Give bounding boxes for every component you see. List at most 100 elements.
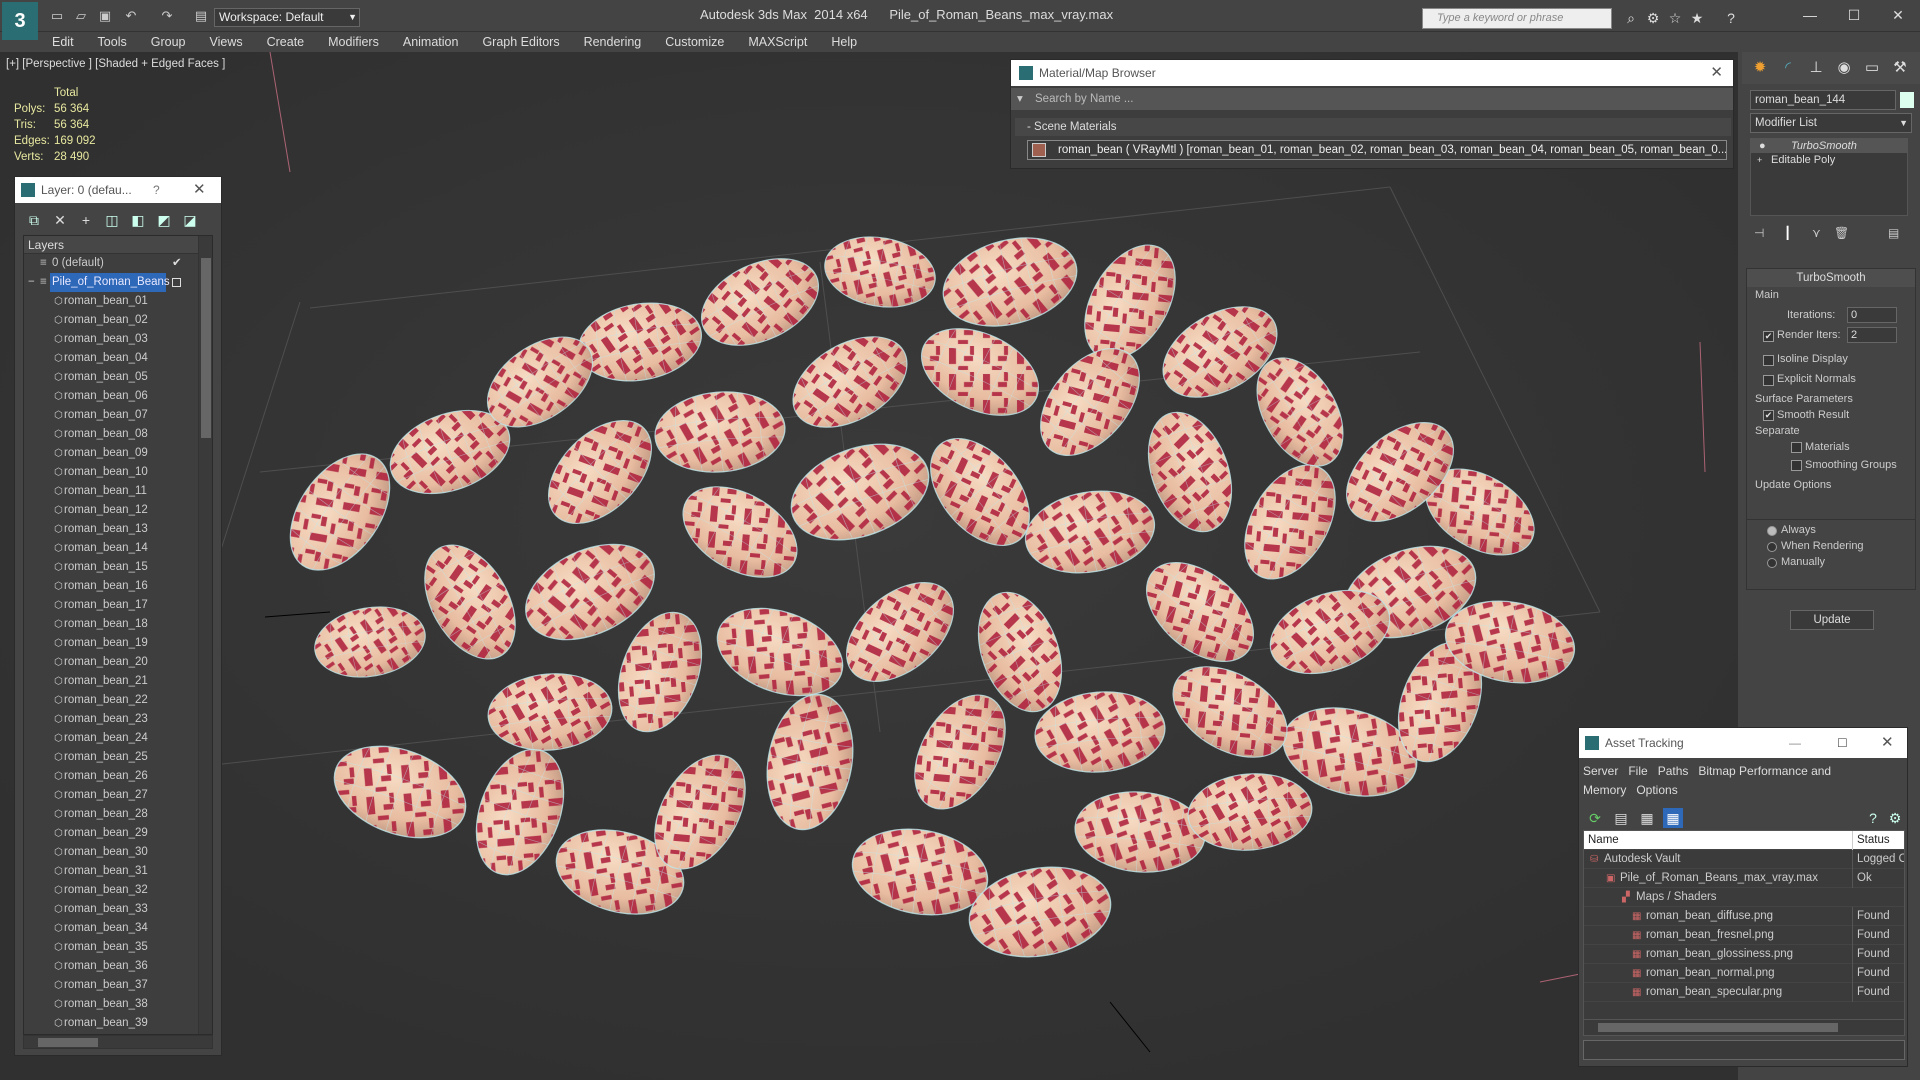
viewport-label[interactable]: [+] [Perspective ] [Shaded + Edged Faces…	[6, 58, 225, 70]
menu-item-modifiers[interactable]: Modifiers	[316, 32, 391, 52]
layer-object-row[interactable]: ⬡ roman_bean_27	[24, 786, 212, 805]
layer-object-row[interactable]: ⬡ roman_bean_03	[24, 330, 212, 349]
undo-icon[interactable]: ↶	[122, 8, 140, 24]
layer-row-default[interactable]: ≡ 0 (default) ✔	[24, 254, 212, 273]
scroll-thumb[interactable]	[38, 1038, 98, 1047]
asset-row[interactable]: ▞ Maps / Shaders	[1584, 888, 1904, 907]
pin-stack-icon[interactable]: ⊣	[1754, 226, 1764, 240]
explicit-normals-checkbox[interactable]	[1763, 375, 1774, 386]
utilities-tab-icon[interactable]: ⚒	[1888, 56, 1912, 80]
name-column-header[interactable]: Name	[1584, 834, 1619, 846]
modify-tab-icon[interactable]: ◜	[1776, 56, 1800, 80]
asset-menu-file[interactable]: File	[1628, 764, 1647, 778]
layer-object-row[interactable]: ⬡ roman_bean_04	[24, 349, 212, 368]
render-iters-checkbox[interactable]: ✔	[1763, 331, 1774, 342]
make-unique-icon[interactable]: ⋎	[1812, 226, 1821, 240]
materials-checkbox[interactable]	[1791, 442, 1802, 453]
help-icon[interactable]: ?	[153, 177, 160, 203]
open-file-icon[interactable]: ▱	[72, 8, 90, 24]
menu-item-create[interactable]: Create	[255, 32, 317, 52]
close-icon[interactable]: ✕	[1878, 4, 1918, 26]
create-tab-icon[interactable]: ✹	[1748, 56, 1772, 80]
asset-row[interactable]: ⛁ Autodesk Vault Logged O	[1584, 850, 1904, 869]
minimize-icon[interactable]: —	[1789, 728, 1801, 758]
close-icon[interactable]: ✕	[1710, 60, 1723, 86]
layer-row-pile[interactable]: − ≡ Pile_of_Roman_Beans	[24, 273, 212, 292]
layer-object-row[interactable]: ⬡ roman_bean_16	[24, 577, 212, 596]
asset-row[interactable]: ▦ roman_bean_diffuse.png Found	[1584, 907, 1904, 926]
menu-item-animation[interactable]: Animation	[391, 32, 471, 52]
layer-object-row[interactable]: ⬡ roman_bean_36	[24, 957, 212, 976]
layer-object-row[interactable]: ⬡ roman_bean_09	[24, 444, 212, 463]
layer-object-row[interactable]: ⬡ roman_bean_18	[24, 615, 212, 634]
status-column-header[interactable]: Status	[1852, 831, 1904, 850]
render-iters-spinner[interactable]: 2	[1847, 327, 1897, 343]
scene-materials-section[interactable]: - Scene Materials	[1015, 118, 1731, 136]
favorites-icon[interactable]: ★	[1688, 9, 1706, 27]
layer-object-row[interactable]: ⬡ roman_bean_32	[24, 881, 212, 900]
layer-object-row[interactable]: ⬡ roman_bean_01	[24, 292, 212, 311]
highlight-icon[interactable]: ◧	[129, 211, 147, 229]
asset-row[interactable]: ▣ Pile_of_Roman_Beans_max_vray.max Ok	[1584, 869, 1904, 888]
create-layer-icon[interactable]: ⧉	[25, 211, 43, 229]
asset-row[interactable]: ▦ roman_bean_fresnel.png Found	[1584, 926, 1904, 945]
save-file-icon[interactable]: ▣	[96, 8, 114, 24]
object-name-field[interactable]: roman_bean_144	[1750, 90, 1896, 110]
layer-object-row[interactable]: ⬡ roman_bean_19	[24, 634, 212, 653]
smooth-result-checkbox[interactable]: ✔	[1763, 410, 1774, 421]
stack-item-editable-poly[interactable]: + Editable Poly	[1751, 153, 1907, 167]
layer-object-row[interactable]: ⬡ roman_bean_38	[24, 995, 212, 1014]
layer-list-scrollbar[interactable]	[198, 236, 212, 1034]
menu-item-edit[interactable]: Edit	[40, 32, 86, 52]
add-to-layer-icon[interactable]: +	[77, 211, 95, 229]
layer-object-row[interactable]: ⬡ roman_bean_10	[24, 463, 212, 482]
asset-menu-options[interactable]: Options	[1636, 783, 1677, 797]
workspace-dropdown[interactable]: Workspace: Default ▼	[214, 8, 360, 27]
layer-object-row[interactable]: ⬡ roman_bean_28	[24, 805, 212, 824]
light-bulb-icon[interactable]: ●	[1759, 139, 1766, 153]
layer-object-row[interactable]: ⬡ roman_bean_22	[24, 691, 212, 710]
menu-item-customize[interactable]: Customize	[653, 32, 736, 52]
iterations-spinner[interactable]: 0	[1847, 307, 1897, 323]
menu-item-views[interactable]: Views	[197, 32, 254, 52]
scroll-thumb[interactable]	[1598, 1023, 1838, 1032]
asset-menu-paths[interactable]: Paths	[1658, 764, 1689, 778]
search-input[interactable]: Type a keyword or phrase	[1422, 8, 1612, 29]
layer-object-row[interactable]: ⬡ roman_bean_37	[24, 976, 212, 995]
delete-layer-icon[interactable]: ✕	[51, 211, 69, 229]
layer-object-row[interactable]: ⬡ roman_bean_24	[24, 729, 212, 748]
modifier-list-dropdown[interactable]: Modifier List ▼	[1750, 113, 1912, 133]
layer-object-row[interactable]: ⬡ roman_bean_07	[24, 406, 212, 425]
isoline-checkbox[interactable]	[1763, 355, 1774, 366]
asset-path-field[interactable]	[1583, 1040, 1905, 1060]
close-icon[interactable]: ✕	[193, 177, 206, 203]
layer-object-row[interactable]: ⬡ roman_bean_12	[24, 501, 212, 520]
settings-icon[interactable]: ⚙	[1885, 808, 1905, 828]
layer-object-row[interactable]: ⬡ roman_bean_29	[24, 824, 212, 843]
collapse-icon[interactable]: −	[28, 273, 35, 292]
when-rendering-radio[interactable]	[1767, 542, 1777, 552]
list-view-icon[interactable]: ▤	[1611, 808, 1631, 828]
perspective-viewport[interactable]: [+] [Perspective ] [Shaded + Edged Faces…	[0, 52, 1738, 1080]
layer-object-row[interactable]: ⬡ roman_bean_34	[24, 919, 212, 938]
material-search-input[interactable]: ▾ Search by Name ...	[1011, 88, 1733, 110]
object-color-swatch[interactable]	[1900, 92, 1914, 108]
asset-menu-bitmap-performance-and-memory[interactable]: Bitmap Performance and Memory	[1583, 764, 1831, 797]
menu-item-rendering[interactable]: Rendering	[572, 32, 654, 52]
table-view-icon[interactable]: ▦	[1637, 808, 1657, 828]
select-objects-icon[interactable]: ◫	[103, 211, 121, 229]
layer-object-row[interactable]: ⬡ roman_bean_11	[24, 482, 212, 501]
layer-object-row[interactable]: ⬡ roman_bean_31	[24, 862, 212, 881]
help-icon[interactable]: ?	[1722, 9, 1740, 27]
menu-item-graph-editors[interactable]: Graph Editors	[470, 32, 571, 52]
show-end-result-icon[interactable]: ┃	[1784, 226, 1791, 240]
freeze-all-icon[interactable]: ◪	[181, 211, 199, 229]
layer-object-row[interactable]: ⬡ roman_bean_02	[24, 311, 212, 330]
manually-radio[interactable]	[1767, 558, 1777, 568]
stack-item-turbosmooth[interactable]: ● TurboSmooth	[1751, 139, 1907, 153]
maximize-icon[interactable]: ☐	[1834, 4, 1874, 26]
minimize-icon[interactable]: —	[1790, 4, 1830, 26]
current-layer-box[interactable]	[172, 278, 181, 287]
project-folder-icon[interactable]: ▤	[192, 8, 210, 24]
remove-modifier-icon[interactable]: 🗑	[1834, 226, 1849, 240]
